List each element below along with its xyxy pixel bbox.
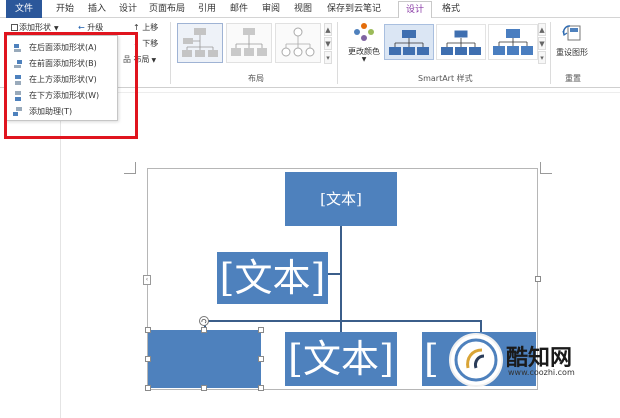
smartart-style-2[interactable] <box>436 24 486 60</box>
chevron-left-icon: ‹ <box>145 276 149 283</box>
arrow-up-icon: ↑ <box>133 23 140 32</box>
smartart-node-assistant[interactable]: [文本] <box>217 252 328 304</box>
smartart-style-3[interactable] <box>488 24 538 60</box>
resize-handle[interactable] <box>201 327 207 333</box>
tab-format[interactable]: 格式 <box>436 2 466 17</box>
tab-file[interactable]: 文件 <box>6 0 42 18</box>
gallery-scroll-down-button[interactable]: ▼ <box>324 37 332 50</box>
chevron-down-icon: ▼ <box>325 40 331 48</box>
tab-design-doc[interactable]: 设计 <box>115 2 141 17</box>
resize-handle[interactable] <box>258 356 264 362</box>
name-title-layout-icon <box>231 28 267 56</box>
style-preview-icon <box>389 30 429 55</box>
frame-expand-handle[interactable]: ‹ <box>143 275 151 285</box>
chevron-down-icon: ▼ <box>54 25 59 32</box>
layouts-group-label: 布局 <box>248 74 264 83</box>
smartart-style-1[interactable] <box>384 24 434 60</box>
watermark-url: www.coozhi.com <box>508 368 575 377</box>
connector-line <box>204 320 482 322</box>
chevron-up-icon: ▲ <box>539 26 545 34</box>
ribbon-separator <box>337 22 338 84</box>
styles-scroll-up-button[interactable]: ▲ <box>538 23 546 36</box>
tab-review[interactable]: 审阅 <box>258 2 284 17</box>
style-preview-icon <box>441 29 481 55</box>
annotation-highlight-box <box>4 32 138 139</box>
layout-thumb-org-chart[interactable] <box>177 23 223 63</box>
change-colors-button[interactable]: 更改颜色 ▼ <box>345 22 383 70</box>
tab-save-to-cloud-notes[interactable]: 保存到云笔记 <box>322 2 386 17</box>
tab-mailings[interactable]: 邮件 <box>226 2 252 17</box>
ribbon-tab-bar: 文件 开始 插入 设计 页面布局 引用 邮件 审阅 视图 保存到云笔记 设计 格… <box>0 0 620 19</box>
arrow-left-icon: ← <box>78 23 85 32</box>
smartart-node-top[interactable]: [文本] <box>285 172 397 226</box>
styles-scroll-down-button[interactable]: ▼ <box>538 37 546 50</box>
reset-graphic-button[interactable]: 重设图形 <box>552 22 592 62</box>
resize-handle[interactable] <box>145 356 151 362</box>
tab-insert[interactable]: 插入 <box>84 2 110 17</box>
word-window: 文件 开始 插入 设计 页面布局 引用 邮件 审阅 视图 保存到云笔记 设计 格… <box>0 0 620 418</box>
ribbon-separator <box>170 22 171 84</box>
resize-handle[interactable] <box>145 327 151 333</box>
expand-icon: ▾ <box>540 54 544 62</box>
circle-hierarchy-layout-icon <box>281 27 315 57</box>
add-shape-icon <box>11 24 18 31</box>
tab-references[interactable]: 引用 <box>194 2 220 17</box>
resize-handle[interactable] <box>145 385 151 391</box>
smartart-node-selected[interactable] <box>148 330 261 388</box>
chevron-down-icon: ▼ <box>539 40 545 48</box>
resize-handle[interactable] <box>535 276 541 282</box>
chevron-up-icon: ▲ <box>325 26 331 34</box>
tab-view[interactable]: 视图 <box>290 2 316 17</box>
styles-more-button[interactable]: ▾ <box>538 51 546 64</box>
chevron-down-icon: ▼ <box>361 56 367 63</box>
connector-line <box>340 226 342 332</box>
watermark: 酷知网 www.coozhi.com <box>446 326 620 396</box>
org-chart-layout-icon <box>182 28 218 57</box>
connector-line <box>328 273 340 275</box>
resize-handle[interactable] <box>258 385 264 391</box>
reset-group-label: 重置 <box>565 74 581 83</box>
rotate-handle[interactable] <box>199 316 209 326</box>
expand-icon: ▾ <box>326 54 330 62</box>
gallery-scroll-up-button[interactable]: ▲ <box>324 23 332 36</box>
style-preview-icon <box>493 29 533 55</box>
layout-thumb-circle-hierarchy[interactable] <box>275 23 321 63</box>
layout-thumb-name-title[interactable] <box>226 23 272 63</box>
crop-mark <box>540 162 552 174</box>
watermark-logo <box>449 333 503 387</box>
smartart-styles-group-label: SmartArt 样式 <box>418 74 473 83</box>
chevron-down-icon: ▼ <box>151 57 157 64</box>
tab-home[interactable]: 开始 <box>50 2 80 17</box>
reset-graphic-icon <box>562 25 581 41</box>
tab-page-layout[interactable]: 页面布局 <box>146 2 188 17</box>
document-top-rule <box>60 92 620 93</box>
resize-handle[interactable] <box>201 385 207 391</box>
rotate-icon <box>201 318 207 324</box>
palette-icon <box>354 23 374 41</box>
tab-smartart-design[interactable]: 设计 <box>398 1 432 19</box>
resize-handle[interactable] <box>258 327 264 333</box>
crop-mark <box>124 162 136 174</box>
gallery-more-button[interactable]: ▾ <box>324 51 332 64</box>
smartart-node-child[interactable]: [文本] <box>285 332 397 386</box>
